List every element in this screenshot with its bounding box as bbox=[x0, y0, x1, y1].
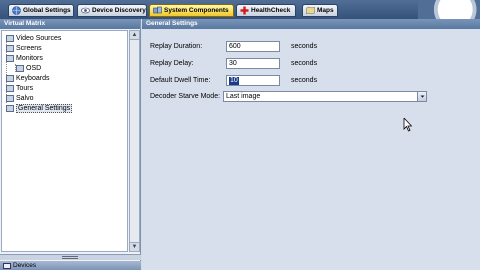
replay-duration-row: Replay Duration: 600 seconds bbox=[150, 41, 317, 52]
folder-icon bbox=[6, 85, 14, 92]
tab-device-discovery[interactable]: Device Discovery bbox=[77, 4, 147, 17]
tab-maps[interactable]: Maps bbox=[302, 4, 338, 17]
tree-item-tours[interactable]: Tours bbox=[6, 84, 33, 93]
tree-item-keyboards[interactable]: Keyboards bbox=[6, 74, 49, 83]
devices-section-button[interactable]: Devices bbox=[0, 261, 141, 270]
tree-item-video-sources[interactable]: Video Sources bbox=[6, 34, 61, 43]
tab-label: System Components bbox=[164, 7, 229, 14]
tree-item-label: OSD bbox=[26, 65, 42, 72]
folder-icon bbox=[6, 95, 14, 102]
folder-icon bbox=[6, 55, 14, 62]
dropdown-button[interactable] bbox=[417, 92, 426, 101]
default-dwell-time-input[interactable]: 10 bbox=[226, 75, 280, 86]
tree-item-screens[interactable]: Screens bbox=[6, 44, 42, 53]
tab-global-settings[interactable]: Global Settings bbox=[8, 4, 74, 17]
tab-healthcheck[interactable]: HealthCheck bbox=[236, 4, 296, 17]
decoder-starve-mode-value: Last image bbox=[226, 93, 261, 100]
decoder-starve-mode-row: Decoder Starve Mode: bbox=[150, 91, 226, 102]
tab-label: HealthCheck bbox=[251, 7, 291, 14]
panel-splitter[interactable] bbox=[0, 254, 141, 260]
decoder-starve-mode-label: Decoder Starve Mode: bbox=[150, 93, 221, 100]
tree-item-osd[interactable]: OSD bbox=[16, 64, 41, 73]
replay-duration-unit: seconds bbox=[291, 43, 318, 50]
default-dwell-time-value: 10 bbox=[229, 76, 239, 85]
top-toolbar: Global Settings Device Discovery System … bbox=[0, 0, 480, 19]
settings-icon bbox=[6, 105, 14, 112]
chevron-down-icon bbox=[420, 95, 425, 98]
osd-icon bbox=[16, 65, 24, 72]
tree-vertical-scrollbar[interactable]: ▲ ▼ bbox=[129, 30, 140, 252]
tree-item-monitors[interactable]: Monitors bbox=[6, 54, 43, 63]
globe-icon bbox=[12, 6, 21, 15]
brand-logo bbox=[418, 0, 480, 19]
replay-duration-input[interactable]: 600 bbox=[226, 41, 280, 52]
folder-icon bbox=[6, 35, 14, 42]
replay-delay-unit: seconds bbox=[291, 60, 318, 67]
replay-duration-label: Replay Duration: bbox=[150, 43, 203, 50]
devices-icon bbox=[3, 262, 11, 269]
tree-item-salvo[interactable]: Salvo bbox=[6, 94, 34, 103]
tab-label: Device Discovery bbox=[92, 7, 146, 14]
tree-item-general-settings[interactable]: General Settings bbox=[6, 104, 73, 113]
tree-item-label: Monitors bbox=[16, 55, 43, 62]
scroll-up-arrow-icon[interactable]: ▲ bbox=[130, 31, 139, 40]
tree-item-label: Keyboards bbox=[16, 75, 50, 82]
tree-item-label: Video Sources bbox=[16, 35, 62, 42]
map-icon bbox=[306, 6, 315, 15]
left-panel: Virtual Matrix Video Sources Screens Mon… bbox=[0, 19, 141, 270]
device-tree[interactable]: Video Sources Screens Monitors OSD Keybo… bbox=[1, 30, 128, 252]
left-panel-title: Virtual Matrix bbox=[0, 19, 140, 29]
splitter-grip-icon[interactable] bbox=[62, 256, 78, 259]
default-dwell-time-unit: seconds bbox=[291, 77, 318, 84]
scroll-down-arrow-icon[interactable]: ▼ bbox=[130, 242, 139, 251]
decoder-starve-mode-select[interactable]: Last image bbox=[223, 91, 427, 102]
tree-item-label: General Settings bbox=[16, 104, 73, 113]
tree-item-label: Tours bbox=[16, 85, 34, 92]
tab-system-components[interactable]: System Components bbox=[149, 4, 234, 17]
keyboard-icon bbox=[6, 75, 14, 82]
settings-panel: General Settings Replay Duration: 600 se… bbox=[142, 19, 480, 270]
red-cross-icon bbox=[240, 6, 249, 15]
settings-panel-title: General Settings bbox=[142, 19, 480, 29]
tab-label: Global Settings bbox=[23, 7, 71, 14]
eye-icon bbox=[81, 7, 90, 14]
mouse-cursor-icon bbox=[403, 118, 412, 132]
folder-icon bbox=[6, 45, 14, 52]
default-dwell-time-row: Default Dwell Time: 10 seconds bbox=[150, 75, 317, 86]
tree-item-label: Salvo bbox=[16, 95, 34, 102]
tab-label: Maps bbox=[317, 7, 334, 14]
default-dwell-time-label: Default Dwell Time: bbox=[150, 77, 211, 84]
replay-delay-row: Replay Delay: 30 seconds bbox=[150, 58, 317, 69]
devices-label: Devices bbox=[13, 262, 37, 269]
tree-item-label: Screens bbox=[16, 45, 42, 52]
replay-delay-input[interactable]: 30 bbox=[226, 58, 280, 69]
replay-delay-label: Replay Delay: bbox=[150, 60, 194, 67]
components-icon bbox=[153, 6, 162, 14]
